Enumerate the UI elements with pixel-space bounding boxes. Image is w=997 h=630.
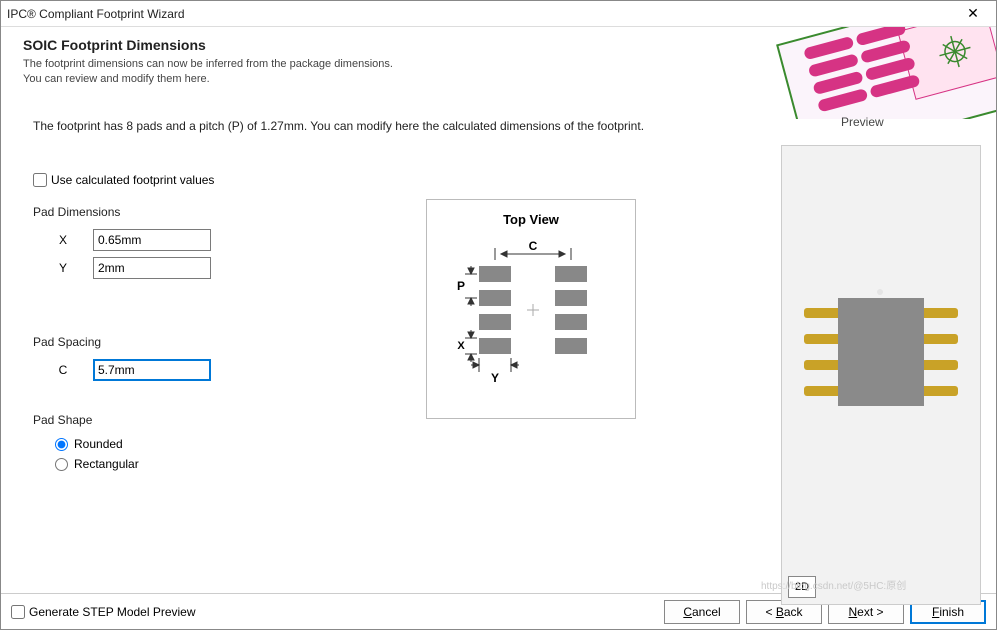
generate-step-label: Generate STEP Model Preview (29, 605, 196, 619)
diagram-title: Top View (503, 212, 560, 227)
c-row: C (33, 359, 413, 381)
x-dim-label: X (457, 340, 465, 352)
preview-3d-render (782, 146, 980, 604)
page-title: SOIC Footprint Dimensions (23, 37, 393, 53)
rounded-radio[interactable] (55, 438, 68, 451)
use-calculated-row[interactable]: Use calculated footprint values (33, 173, 413, 187)
c-input[interactable] (93, 359, 211, 381)
p-dim-label: P (457, 279, 465, 293)
desc-line1: The footprint dimensions can now be infe… (23, 58, 393, 70)
c-label: C (33, 363, 93, 377)
use-calculated-checkbox[interactable] (33, 173, 47, 187)
diagram-box: Top View C (426, 199, 636, 419)
content-area: The footprint has 8 pads and a pitch (P)… (1, 119, 996, 593)
page-description: The footprint dimensions can now be infe… (23, 57, 393, 88)
preview-2d-button[interactable]: 2D (788, 576, 816, 598)
pad-dimensions-title: Pad Dimensions (33, 205, 413, 219)
y-dim-label: Y (491, 371, 499, 385)
y-row: Y (33, 257, 413, 279)
rectangular-row[interactable]: Rectangular (33, 457, 413, 471)
desc-line2: You can review and modify them here. (23, 73, 210, 85)
c-dim-label: C (529, 239, 538, 253)
info-text: The footprint has 8 pads and a pitch (P)… (33, 119, 644, 133)
titlebar: IPC® Compliant Footprint Wizard ✕ (1, 1, 996, 27)
pad-shape-title: Pad Shape (33, 413, 413, 427)
rounded-row[interactable]: Rounded (33, 437, 413, 451)
rectangular-radio[interactable] (55, 458, 68, 471)
x-input[interactable] (93, 229, 211, 251)
pcb-thumbnail-icon (756, 27, 996, 119)
rectangular-label: Rectangular (74, 457, 139, 471)
top-view-diagram: Top View C (427, 200, 635, 418)
wizard-window: IPC® Compliant Footprint Wizard ✕ SOIC F… (0, 0, 997, 630)
x-row: X (33, 229, 413, 251)
header: SOIC Footprint Dimensions The footprint … (1, 27, 996, 119)
y-label: Y (33, 261, 93, 275)
close-icon[interactable]: ✕ (956, 5, 990, 22)
window-title: IPC® Compliant Footprint Wizard (7, 7, 956, 21)
cancel-button[interactable]: Cancel (664, 600, 740, 624)
use-calculated-label: Use calculated footprint values (51, 173, 214, 187)
rounded-label: Rounded (74, 437, 123, 451)
header-graphic (756, 27, 996, 119)
generate-step-checkbox[interactable] (11, 605, 25, 619)
preview-label: Preview (841, 115, 884, 129)
y-input[interactable] (93, 257, 211, 279)
pad-spacing-title: Pad Spacing (33, 335, 413, 349)
generate-step-row[interactable]: Generate STEP Model Preview (11, 605, 196, 619)
x-label: X (33, 233, 93, 247)
form-panel: Use calculated footprint values Pad Dime… (33, 173, 413, 477)
preview-pane[interactable]: 2D (781, 145, 981, 605)
